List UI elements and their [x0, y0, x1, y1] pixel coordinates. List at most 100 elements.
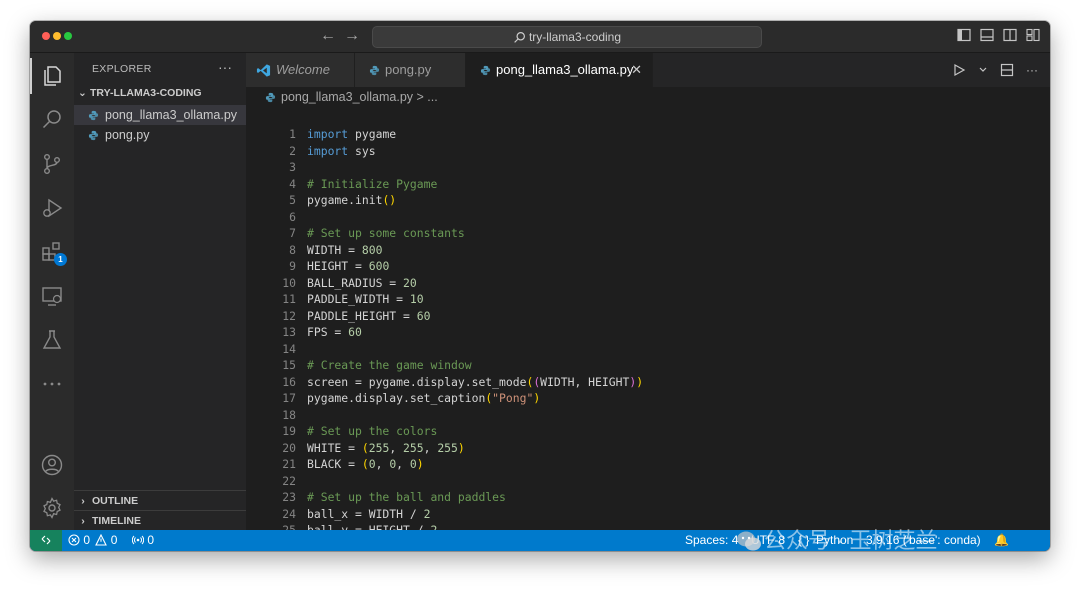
outline-section[interactable]: › OUTLINE — [74, 490, 246, 511]
line-number: 4 — [289, 176, 296, 191]
search-icon[interactable] — [40, 108, 64, 132]
ports-indicator[interactable]: 0 — [131, 530, 154, 551]
code-text: PADDLE_HEIGHT = 60 — [307, 308, 431, 323]
file-item[interactable]: pong_llama3_ollama.py — [74, 105, 246, 125]
back-arrow-icon[interactable]: ← — [320, 27, 336, 45]
code-line[interactable]: 22 — [246, 473, 986, 489]
breadcrumb-path[interactable]: pong_llama3_ollama.py > ... — [281, 87, 438, 107]
warning-icon — [95, 533, 108, 546]
title-bar: ← → try-llama3-coding — [30, 21, 1050, 53]
testing-icon[interactable] — [40, 328, 64, 352]
remote-explorer-icon[interactable] — [40, 284, 64, 308]
line-number: 24 — [282, 506, 296, 521]
activity-bar: 1 — [30, 53, 74, 530]
code-line[interactable]: 11 PADDLE_WIDTH = 10 — [246, 291, 986, 307]
code-text: FPS = 60 — [307, 325, 362, 339]
customize-layout-icon[interactable] — [1026, 28, 1040, 42]
run-dropdown-chevron-icon[interactable] — [978, 63, 988, 77]
maximize-window-button[interactable] — [64, 32, 72, 40]
code-text: pygame.display.set_caption("Pong") — [307, 391, 541, 405]
tab-label: pong_llama3_ollama.py — [496, 62, 634, 77]
vscode-icon — [256, 64, 271, 77]
toggle-panel-icon[interactable] — [980, 28, 994, 42]
code-line[interactable]: 16 screen = pygame.display.set_mode((WIDT… — [246, 374, 986, 390]
file-name: pong_llama3_ollama.py — [105, 108, 238, 122]
problems-indicator[interactable]: 0 0 — [68, 530, 117, 551]
line-number: 2 — [289, 143, 296, 158]
code-line[interactable]: 21 BLACK = (0, 0, 0) — [246, 456, 986, 472]
run-and-debug-icon[interactable] — [40, 196, 64, 220]
chevron-down-icon: ⌄ — [78, 87, 87, 99]
command-center-search[interactable]: try-llama3-coding — [372, 26, 762, 48]
toggle-secondary-sidebar-icon[interactable] — [1003, 28, 1017, 42]
code-line[interactable]: 4 # Initialize Pygame — [246, 176, 986, 192]
code-editor[interactable]: 1 import pygame 2 import sys 3 4 # Initialize … — [246, 107, 1050, 530]
extensions-icon[interactable]: 1 — [40, 240, 67, 266]
split-editor-icon[interactable] — [1000, 63, 1014, 77]
line-number: 10 — [282, 275, 296, 290]
explorer-icon[interactable] — [30, 58, 64, 94]
explorer-more-icon[interactable]: ··· — [218, 59, 232, 75]
line-number: 23 — [282, 490, 296, 504]
explorer-sidebar: EXPLORER ··· ⌄ TRY-LLAMA3-CODING pong_lla… — [74, 53, 246, 530]
line-number: 6 — [289, 209, 296, 224]
code-text: ball_x = WIDTH / 2 — [307, 506, 431, 521]
python-file-icon — [369, 65, 380, 76]
python-file-icon — [88, 130, 99, 141]
code-line[interactable]: 20 WHITE = (255, 255, 255) — [246, 440, 986, 456]
tab-welcome[interactable]: Welcome — [246, 53, 355, 87]
code-line[interactable]: 13 FPS = 60 — [246, 324, 986, 340]
code-line[interactable]: 8 WIDTH = 800 — [246, 242, 986, 258]
code-line[interactable]: 9 HEIGHT = 600 — [246, 258, 986, 274]
code-line[interactable]: 18 — [246, 407, 986, 423]
more-views-icon[interactable] — [40, 372, 64, 396]
code-line[interactable]: 17 pygame.display.set_caption("Pong") — [246, 390, 986, 406]
line-number: 3 — [289, 160, 296, 174]
run-file-icon[interactable] — [952, 63, 966, 77]
warning-count: 0 — [110, 533, 118, 547]
minimize-window-button[interactable] — [53, 32, 61, 40]
line-number: 12 — [282, 308, 296, 323]
remote-indicator-icon[interactable] — [30, 530, 62, 551]
code-text: BALL_RADIUS = 20 — [307, 275, 417, 290]
search-icon — [514, 32, 525, 43]
code-line[interactable]: 1 import pygame — [246, 126, 986, 142]
settings-gear-icon[interactable] — [40, 496, 64, 520]
tab-pong[interactable]: pong.py — [355, 53, 466, 87]
code-line[interactable]: 2 import sys — [246, 143, 986, 159]
close-tab-icon[interactable]: ✕ — [631, 53, 642, 87]
project-folder[interactable]: ⌄ TRY-LLAMA3-CODING — [78, 87, 202, 99]
code-line[interactable]: 5 pygame.init() — [246, 192, 986, 208]
project-folder-label: TRY-LLAMA3-CODING — [90, 87, 202, 99]
code-line[interactable]: 14 — [246, 341, 986, 357]
tab-label: Welcome — [276, 62, 330, 77]
source-control-icon[interactable] — [40, 152, 64, 176]
code-text: pygame.init() — [307, 193, 397, 207]
accounts-icon[interactable] — [40, 453, 64, 477]
tab-pong-llama3-ollama[interactable]: pong_llama3_ollama.py ✕ — [466, 53, 653, 87]
code-text: ball_y = HEIGHT / 2 — [307, 523, 438, 530]
code-line[interactable]: 23 # Set up the ball and paddles — [246, 489, 986, 505]
file-item[interactable]: pong.py — [74, 125, 246, 145]
breadcrumb: pong_llama3_ollama.py > ... — [246, 87, 1050, 107]
watermark-text: 公众号 · 玉树芝兰 — [764, 528, 938, 553]
code-line[interactable]: 10 BALL_RADIUS = 20 — [246, 275, 986, 291]
line-number: 1 — [289, 127, 296, 141]
code-line[interactable]: 15 # Create the game window — [246, 357, 986, 373]
code-text: import pygame — [307, 127, 397, 141]
toggle-primary-sidebar-icon[interactable] — [957, 28, 971, 42]
notifications-icon[interactable]: 🔔 — [994, 530, 1009, 551]
timeline-section[interactable]: › TIMELINE — [74, 510, 246, 531]
close-window-button[interactable] — [42, 32, 50, 40]
code-line[interactable]: 19 # Set up the colors — [246, 423, 986, 439]
code-line[interactable]: 12 PADDLE_HEIGHT = 60 — [246, 308, 986, 324]
editor-more-actions-icon[interactable]: ··· — [1026, 63, 1038, 77]
code-line[interactable]: 3 — [246, 159, 986, 175]
code-line[interactable]: 24 ball_x = WIDTH / 2 — [246, 506, 986, 522]
code-line[interactable]: 7 # Set up some constants — [246, 225, 986, 241]
python-file-icon — [265, 92, 276, 103]
indentation-setting[interactable]: Spaces: 4 — [685, 530, 738, 551]
forward-arrow-icon[interactable]: → — [344, 27, 360, 45]
code-line[interactable]: 6 — [246, 209, 986, 225]
line-number: 15 — [282, 358, 296, 372]
